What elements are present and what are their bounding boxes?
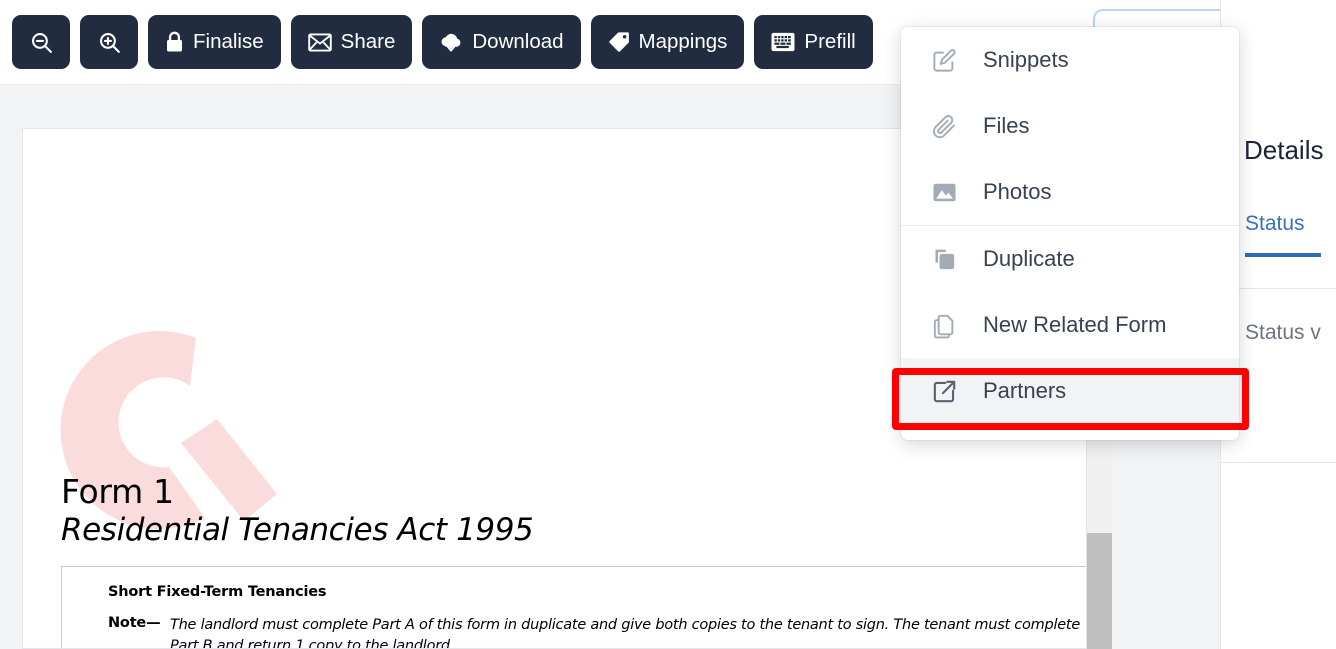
- external-link-icon: [929, 376, 959, 406]
- mappings-button[interactable]: Mappings: [590, 15, 745, 69]
- menu-item-new-related-form[interactable]: New Related Form: [901, 292, 1239, 358]
- share-label: Share: [340, 30, 396, 53]
- tab-active-indicator: [1245, 253, 1321, 257]
- form-title: Form 1: [61, 472, 174, 511]
- finalise-label: Finalise: [193, 30, 264, 53]
- section-heading: Short Fixed-Term Tenancies: [108, 584, 327, 600]
- panel-divider-2: [1221, 462, 1336, 463]
- menu-item-duplicate-label: Duplicate: [983, 246, 1075, 271]
- form-body-box: Short Fixed-Term Tenancies Note— The lan…: [61, 566, 1086, 649]
- note-1: Note— The landlord must complete Part A …: [108, 615, 1086, 649]
- envelope-icon: [307, 32, 332, 52]
- note-1-text: The landlord must complete Part A of thi…: [170, 617, 1081, 649]
- menu-item-new-related-form-label: New Related Form: [983, 312, 1167, 337]
- menu-item-photos-label: Photos: [983, 179, 1052, 204]
- status-value-label: Status v: [1245, 321, 1321, 344]
- menu-item-partners[interactable]: Partners: [901, 358, 1239, 424]
- download-button[interactable]: Download: [422, 15, 581, 69]
- lock-icon: [165, 31, 184, 53]
- document-scrollbar-thumb[interactable]: [1087, 533, 1112, 649]
- details-panel-title: Details: [1244, 135, 1324, 165]
- context-dropdown-menu: Snippets Files Photos Duplicate New Rela…: [901, 27, 1239, 440]
- pencil-square-icon: [929, 45, 959, 75]
- form-subtitle: Residential Tenancies Act 1995: [61, 512, 534, 548]
- documents-icon: [929, 310, 959, 340]
- finalise-button[interactable]: Finalise: [148, 15, 281, 69]
- menu-item-snippets-label: Snippets: [983, 47, 1069, 72]
- download-label: Download: [472, 30, 564, 53]
- app-root: Finalise Share Download Mappings Prefill…: [0, 0, 1336, 649]
- menu-item-duplicate[interactable]: Duplicate: [901, 226, 1239, 292]
- keyboard-icon: [771, 32, 795, 52]
- share-button[interactable]: Share: [290, 15, 413, 69]
- menu-item-files-label: Files: [983, 113, 1030, 138]
- mappings-label: Mappings: [638, 30, 728, 53]
- menu-item-files[interactable]: Files: [901, 93, 1239, 159]
- prefill-button[interactable]: Prefill: [754, 15, 873, 69]
- zoom-out-icon: [29, 30, 54, 55]
- cloud-download-icon: [439, 32, 463, 53]
- tag-icon: [608, 31, 630, 53]
- image-icon: [929, 177, 959, 207]
- prefill-label: Prefill: [804, 30, 856, 53]
- menu-item-partners-label: Partners: [983, 378, 1067, 403]
- paperclip-icon: [929, 111, 959, 141]
- zoom-out-button[interactable]: [12, 15, 70, 69]
- zoom-in-icon: [97, 30, 122, 55]
- note-1-label: Note—: [108, 615, 161, 631]
- menu-item-snippets[interactable]: Snippets: [901, 27, 1239, 93]
- menu-item-photos[interactable]: Photos: [901, 159, 1239, 225]
- tab-status[interactable]: Status: [1245, 212, 1305, 236]
- copy-filled-icon: [929, 244, 959, 274]
- zoom-in-button[interactable]: [80, 15, 138, 69]
